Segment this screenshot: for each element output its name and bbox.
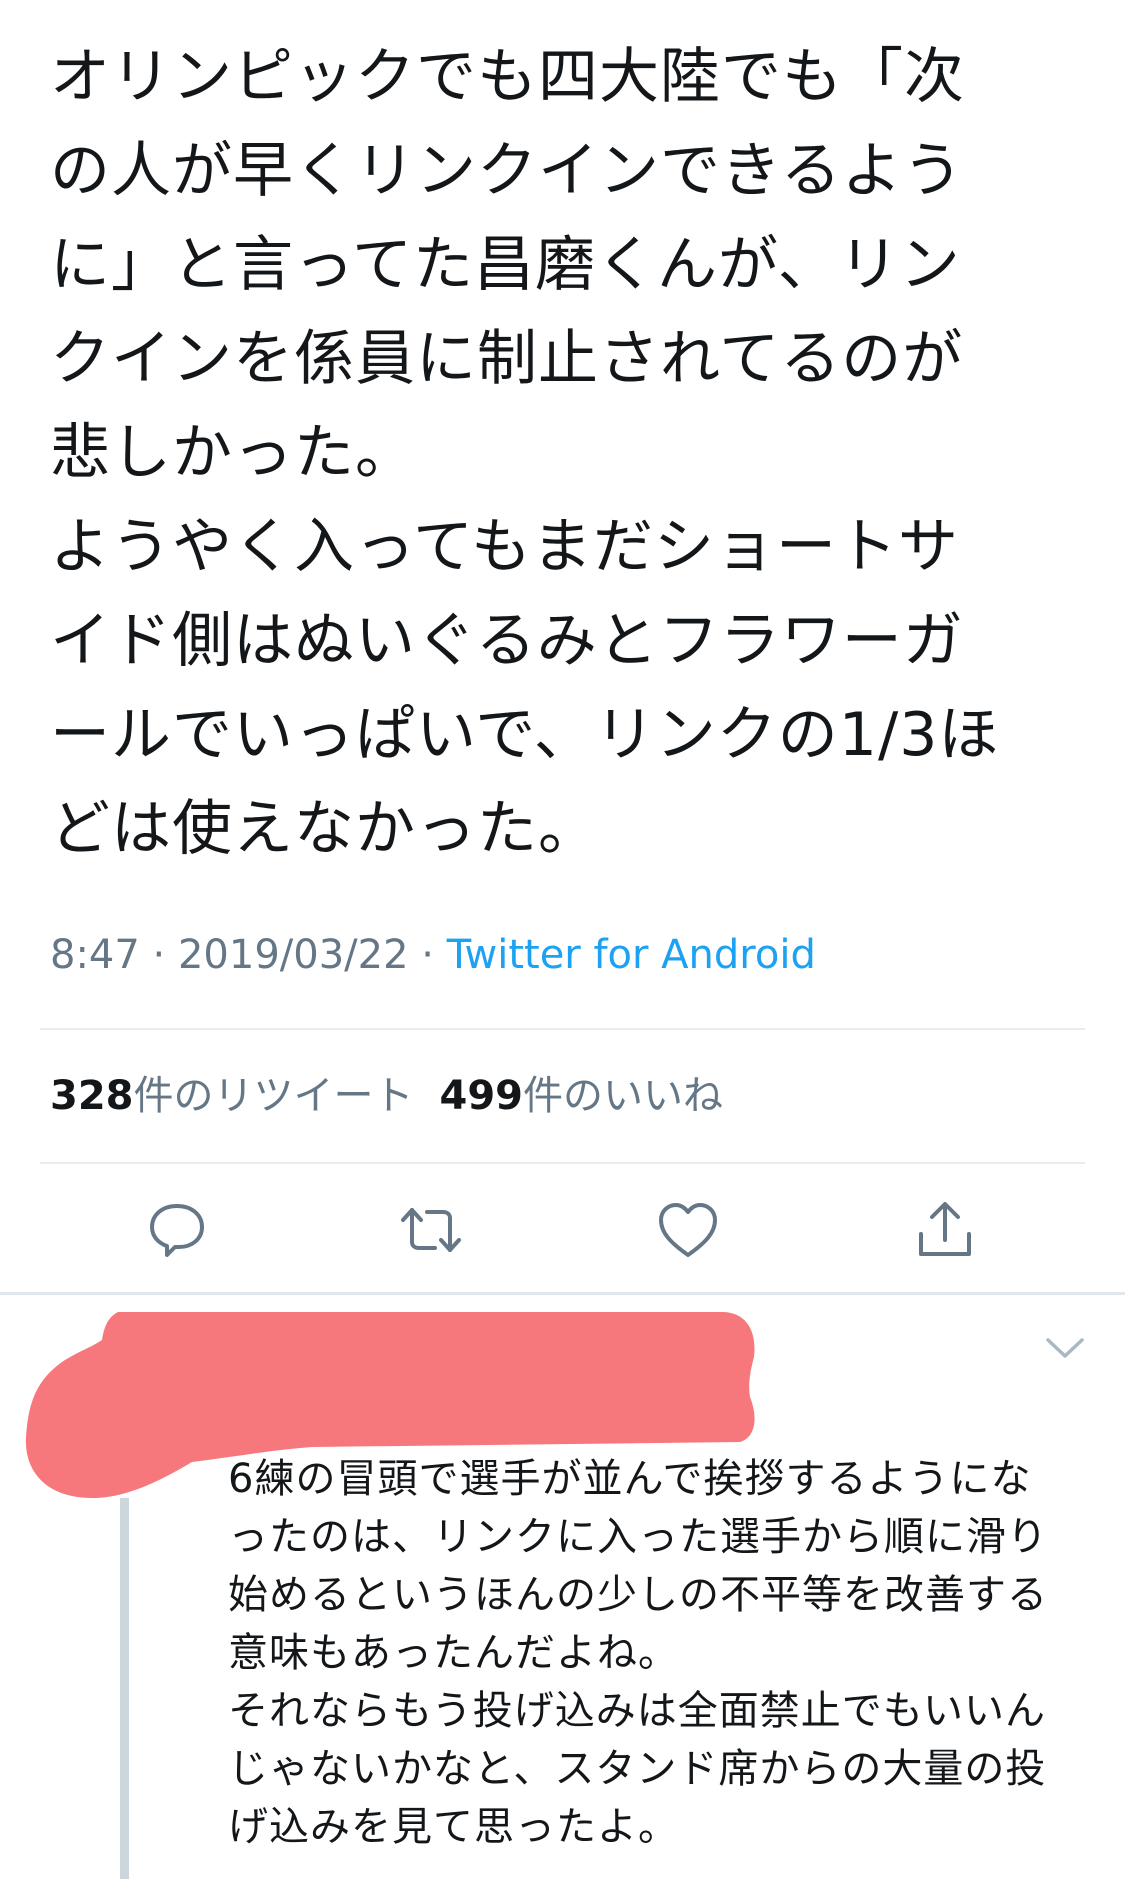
- meta-separator: ·: [408, 932, 447, 978]
- retweets-stat[interactable]: 328件のリツイート: [50, 1073, 414, 1119]
- retweets-label: 件のリツイート: [133, 1073, 414, 1119]
- share-icon: [919, 1202, 971, 1256]
- section-divider: [0, 1292, 1125, 1295]
- tweet-time: 8:47: [50, 932, 140, 978]
- tweet-source-link[interactable]: Twitter for Android: [447, 932, 816, 978]
- thread-line: [120, 1498, 129, 1879]
- share-button[interactable]: [905, 1190, 985, 1270]
- meta-separator: ·: [139, 932, 178, 978]
- likes-count: 499: [439, 1073, 524, 1119]
- reply-icon: [150, 1204, 204, 1257]
- tweet-date: 2019/03/22: [177, 932, 409, 978]
- divider: [40, 1162, 1085, 1164]
- likes-stat[interactable]: 499件のいいね: [440, 1073, 724, 1119]
- heart-icon: [659, 1203, 717, 1257]
- divider: [40, 1028, 1085, 1030]
- tweet-stats: 328件のリツイート 499件のいいね: [50, 1068, 723, 1124]
- tweet-actions: [0, 1190, 1125, 1270]
- reply-button[interactable]: [137, 1190, 217, 1270]
- reply-text: 6練の冒頭で選手が並んで挨拶するようにな ったのは、リンクに入った選手から順に滑…: [228, 1456, 1048, 1850]
- tweet-meta: 8:47 · 2019/03/22 · Twitter for Android: [50, 925, 816, 985]
- tweet-text: オリンピックでも四大陸でも「次 の人が早くリンクインできるよう に」と言ってた昌…: [50, 42, 1000, 864]
- retweet-icon: [401, 1208, 461, 1252]
- retweet-button[interactable]: [391, 1190, 471, 1270]
- retweets-count: 328: [50, 1073, 134, 1119]
- chevron-down-icon[interactable]: [1040, 1328, 1090, 1368]
- like-button[interactable]: [648, 1190, 728, 1270]
- likes-label: 件のいいね: [523, 1073, 723, 1119]
